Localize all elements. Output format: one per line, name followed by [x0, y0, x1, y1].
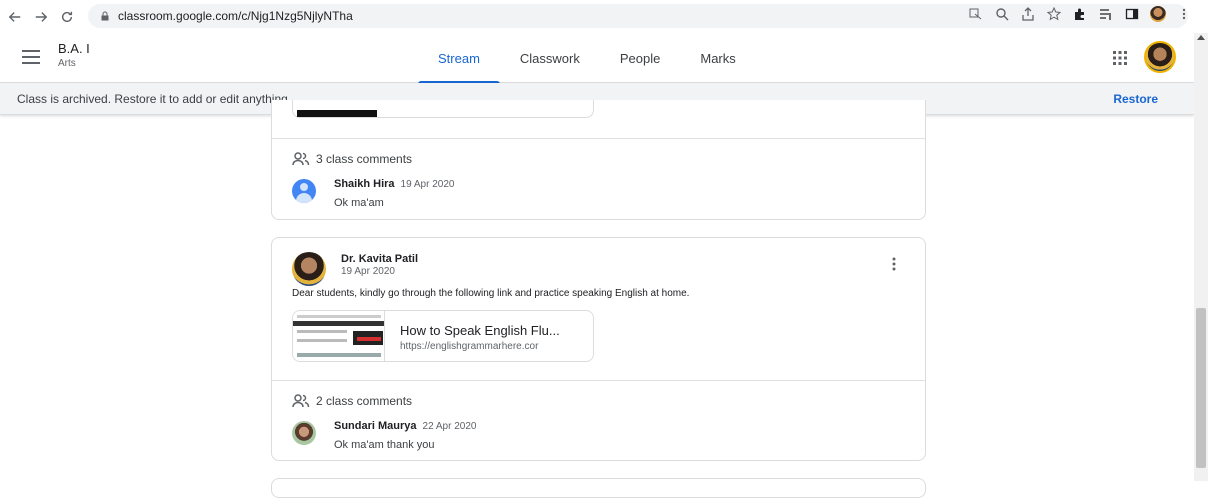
chrome-menu-icon[interactable]	[1176, 6, 1192, 22]
link-attachment[interactable]: How to Speak English Flu... https://engl…	[292, 310, 594, 362]
archived-message: Class is archived. Restore it to add or …	[17, 91, 292, 106]
class-title[interactable]: B.A. I	[58, 41, 90, 56]
comment-author: Sundari Maurya	[334, 420, 417, 432]
reading-list-icon[interactable]	[1098, 6, 1114, 22]
link-thumbnail	[293, 311, 385, 361]
class-section: Arts	[58, 58, 76, 69]
link-url: https://englishgrammarhere.cor	[400, 341, 539, 352]
account-avatar[interactable]	[1144, 41, 1176, 73]
comments-count: 3 class comments	[316, 152, 413, 166]
stream-post-card: Dr. Kavita Patil 19 Apr 2020 Dear studen…	[271, 237, 926, 461]
reload-icon[interactable]	[56, 6, 78, 28]
restore-button[interactable]: Restore	[1113, 92, 1158, 106]
post-text: Dear students, kindly go through the fol…	[292, 288, 690, 299]
stream-post-card	[271, 478, 926, 498]
side-panel-icon[interactable]	[1124, 6, 1140, 22]
comment-item: Sundari Maurya 22 Apr 2020 Ok ma'am thank…	[292, 416, 476, 451]
people-icon	[292, 152, 310, 166]
post-author: Dr. Kavita Patil	[341, 253, 419, 265]
zoom-icon[interactable]	[994, 6, 1010, 22]
class-comments-toggle[interactable]: 2 class comments	[292, 393, 412, 409]
lock-icon	[101, 11, 109, 21]
avatar	[292, 421, 316, 445]
translate-icon[interactable]	[968, 6, 984, 22]
bookmark-star-icon[interactable]	[1046, 6, 1062, 22]
comment-date: 19 Apr 2020	[400, 179, 455, 190]
address-url: classroom.google.com/c/Njg1Nzg5NjlyNTha	[118, 9, 353, 23]
profile-avatar[interactable]	[1150, 6, 1166, 22]
comments-count: 2 class comments	[316, 394, 413, 408]
tab-stream[interactable]: Stream	[418, 33, 500, 84]
link-title: How to Speak English Flu...	[400, 323, 560, 338]
comment-date: 22 Apr 2020	[422, 421, 477, 432]
comment-author: Shaikh Hira	[334, 178, 395, 190]
tab-people[interactable]: People	[600, 33, 680, 83]
back-icon[interactable]	[4, 6, 26, 28]
attachment-card[interactable]	[292, 100, 594, 118]
extensions-puzzle-icon[interactable]	[1072, 6, 1088, 22]
scrollbar-thumb[interactable]	[1196, 308, 1206, 468]
tab-classwork[interactable]: Classwork	[500, 33, 600, 83]
comment-item: Shaikh Hira 19 Apr 2020 Ok ma'am	[292, 174, 454, 209]
avatar	[292, 252, 326, 286]
page-scrollbar[interactable]	[1194, 33, 1208, 481]
people-icon	[292, 394, 310, 408]
browser-extensions	[968, 6, 1192, 22]
forward-icon[interactable]	[30, 6, 52, 28]
post-date: 19 Apr 2020	[341, 266, 395, 277]
attachment-thumbnail	[297, 110, 377, 117]
tab-marks[interactable]: Marks	[680, 33, 755, 83]
google-apps-icon[interactable]	[1112, 50, 1128, 66]
class-comments-toggle[interactable]: 3 class comments	[292, 151, 412, 167]
scroll-up-icon[interactable]	[1197, 35, 1205, 40]
share-icon[interactable]	[1020, 6, 1036, 22]
classroom-header: B.A. I Arts Stream Classwork People Mark…	[0, 33, 1208, 84]
stream-post-card: 3 class comments Shaikh Hira 19 Apr 2020 …	[271, 100, 926, 220]
more-options-icon[interactable]	[889, 256, 899, 272]
browser-toolbar: classroom.google.com/c/Njg1Nzg5NjlyNTha	[0, 0, 1208, 33]
divider	[272, 380, 925, 381]
class-tabs: Stream Classwork People Marks	[418, 33, 756, 84]
divider	[272, 138, 925, 139]
avatar	[292, 179, 316, 203]
comment-text: Ok ma'am thank you	[334, 439, 435, 451]
comment-text: Ok ma'am	[334, 197, 384, 209]
hamburger-menu-icon[interactable]	[22, 50, 40, 64]
